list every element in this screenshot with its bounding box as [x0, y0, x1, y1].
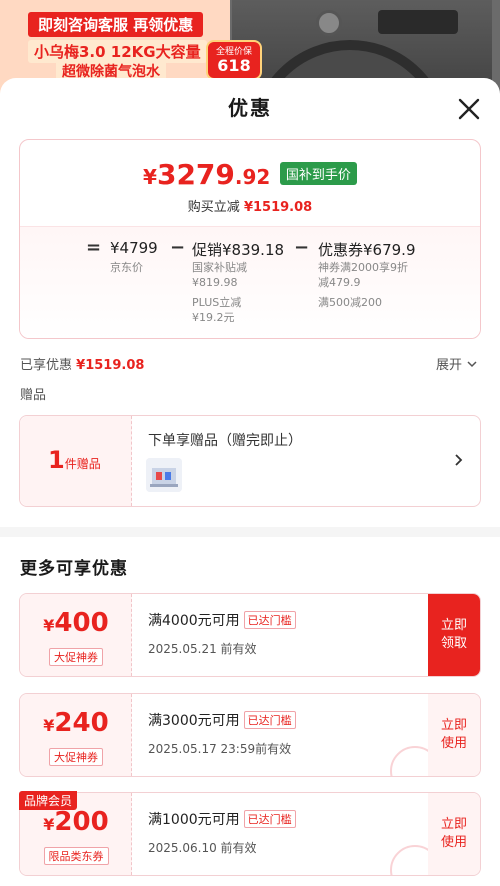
chevron-down-icon[interactable]: [466, 359, 478, 369]
enjoyed-discount: 已享优惠 ¥1519.08: [20, 354, 144, 373]
banner-line-1: 即刻咨询客服 再领优惠: [28, 12, 204, 37]
sheet-title: 优惠: [228, 96, 272, 120]
enjoyed-label: 已享优惠: [20, 358, 73, 373]
coupon-value-area: ¥240 大促神券: [20, 694, 132, 776]
use-button-line2[interactable]: 使用: [441, 835, 467, 850]
gift-product-image: [146, 458, 182, 492]
claim-button-line1[interactable]: 立即: [441, 618, 467, 633]
promo-sub1-value: ¥819.98: [192, 276, 238, 289]
equals-sign: =: [86, 237, 102, 258]
coupon-expiry: 2025.05.17 23:59前有效: [148, 742, 292, 756]
promo-sub2-value: ¥19.2元: [192, 311, 235, 324]
coupon-amount: ¥240: [20, 708, 132, 738]
final-price-decimal: .92: [234, 165, 271, 189]
price-protect-badge: 全程价保 618: [206, 40, 262, 80]
price-breakdown: = ¥4799 京东价 − 促销¥839.18 国家补贴减 ¥819.98 PL…: [20, 226, 480, 338]
final-price-integer: 3279: [156, 158, 235, 191]
coupon-type: 限品类东券: [20, 845, 132, 865]
coupon-type-label: 大促神券: [49, 748, 103, 766]
use-coupon-button[interactable]: 立即 使用: [428, 694, 480, 776]
enjoyed-amount: ¥1519.08: [76, 358, 145, 373]
price-panel: ¥3279.92 国补到手价 购买立减 ¥1519.08 = ¥4799 京东价…: [19, 139, 481, 339]
coupon-card: ¥200 限品类东券 满1000元可用 已达门槛 2025.06.10 前有效 立…: [19, 792, 481, 876]
use-button-line1[interactable]: 立即: [441, 718, 467, 733]
instant-cut: 购买立减 ¥1519.08: [20, 196, 480, 215]
coupon-value: 240: [54, 708, 109, 738]
gift-title: 下单享赠品（赠完即止）: [148, 433, 302, 449]
coupon-amount: ¥200: [20, 807, 132, 837]
brand-member-tag: 品牌会员: [19, 791, 78, 810]
coupon-condition: 满4000元可用 已达门槛: [148, 610, 296, 630]
claim-button-line2[interactable]: 领取: [441, 636, 467, 651]
coupon-condition: 满3000元可用 已达门槛: [148, 710, 296, 730]
expand-label[interactable]: 展开: [436, 358, 462, 373]
threshold-met-tag: 已达门槛: [243, 810, 296, 828]
minus-sign-2: −: [294, 237, 310, 258]
coupon-expiry: 2025.05.21 前有效: [148, 642, 257, 656]
coupon-card: ¥400 大促神券 满4000元可用 已达门槛 2025.05.21 前有效 立即…: [19, 593, 481, 677]
instant-cut-label: 购买立减: [187, 200, 240, 215]
coupon-type: 大促神券: [20, 746, 132, 766]
jd-price: ¥4799: [110, 239, 158, 257]
coupon-sub1-value: 减479.9: [318, 276, 361, 289]
promo-sub1: 国家补贴减: [192, 261, 247, 274]
promo-total: 促销¥839.18: [192, 241, 285, 259]
coupon-value-area: ¥400 大促神券: [20, 594, 132, 676]
coupon-type: 大促神券: [20, 646, 132, 666]
coupon-condition-text: 满4000元可用: [148, 613, 240, 629]
coupon-sub2: 满500减200: [318, 296, 382, 309]
washer-panel: [378, 10, 458, 34]
final-price: ¥3279.92 国补到手价: [20, 158, 480, 191]
use-button-line2[interactable]: 使用: [441, 736, 467, 751]
gift-card[interactable]: 1件赠品 下单享赠品（赠完即止）: [19, 415, 481, 507]
threshold-met-tag: 已达门槛: [243, 711, 296, 729]
gift-count-unit: 件赠品: [64, 457, 101, 471]
gifts-label: 赠品: [20, 388, 47, 403]
close-button[interactable]: [456, 96, 482, 122]
close-icon[interactable]: [456, 96, 482, 122]
coupon-type-label: 限品类东券: [43, 847, 109, 865]
coupon-value: 200: [54, 807, 109, 837]
use-button-line1[interactable]: 立即: [441, 817, 467, 832]
claim-coupon-button[interactable]: 立即 领取: [428, 594, 480, 676]
instant-cut-amount: ¥1519.08: [243, 200, 313, 215]
jd-price-label: 京东价: [110, 261, 143, 274]
section-divider: [0, 527, 500, 537]
coupon-sub1: 神券满2000享9折: [318, 261, 408, 274]
gift-thumbnail[interactable]: [146, 458, 182, 492]
promo-sub2: PLUS立减: [192, 296, 242, 309]
coupon-expiry: 2025.06.10 前有效: [148, 841, 257, 855]
coupon-total: 优惠券¥679.9: [318, 241, 416, 259]
coupon-currency: ¥: [43, 716, 55, 735]
chevron-right-icon[interactable]: [452, 450, 466, 470]
coupon-amount: ¥400: [20, 608, 132, 638]
coupon-type-label: 大促神券: [49, 648, 103, 666]
coupon-card: ¥240 大促神券 满3000元可用 已达门槛 2025.05.17 23:59前…: [19, 693, 481, 777]
more-discounts-title: 更多可享优惠: [20, 559, 128, 579]
use-coupon-button[interactable]: 立即 使用: [428, 793, 480, 875]
discount-sheet: 优惠 ¥3279.92 国补到手价 购买立减 ¥1519.08 = ¥4799 …: [0, 78, 500, 886]
coupon-value: 400: [54, 608, 109, 638]
washer-knob: [316, 10, 342, 36]
gift-count-area: 1件赠品: [20, 416, 132, 506]
coupon-currency: ¥: [43, 616, 55, 635]
expand-button[interactable]: 展开: [436, 354, 478, 373]
threshold-met-tag: 已达门槛: [243, 611, 296, 629]
subsidy-price-tag: 国补到手价: [279, 162, 357, 185]
coupon-currency: ¥: [43, 815, 55, 834]
badge-big-text: 618: [217, 56, 251, 75]
minus-sign-1: −: [170, 237, 186, 258]
gift-count-number: 1: [48, 446, 65, 474]
final-price-currency: ¥: [143, 165, 157, 189]
coupon-condition-text: 满3000元可用: [148, 713, 240, 729]
coupon-condition: 满1000元可用 已达门槛: [148, 809, 296, 829]
coupon-condition-text: 满1000元可用: [148, 812, 240, 828]
gift-count: 1件赠品: [48, 446, 101, 474]
